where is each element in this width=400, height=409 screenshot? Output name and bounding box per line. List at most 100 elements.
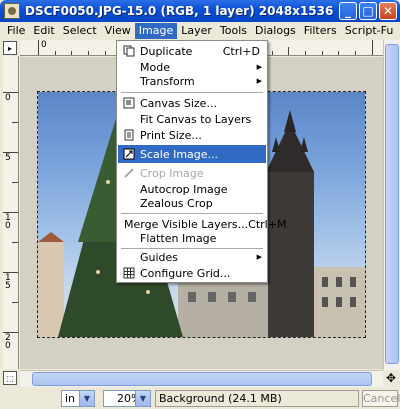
- ruler-tick: [338, 51, 339, 55]
- window: [322, 277, 328, 287]
- tree-light: [106, 180, 110, 184]
- window: [350, 277, 356, 287]
- tower-spire: [284, 110, 296, 132]
- menu-item-flatten[interactable]: Flatten Image: [118, 230, 266, 246]
- gimp-app-icon: [4, 3, 20, 19]
- ruler-tick: [12, 302, 18, 303]
- menu-view[interactable]: View: [101, 23, 135, 39]
- unit-value: in: [65, 392, 76, 405]
- horizontal-scrollbar[interactable]: [20, 370, 383, 387]
- menu-item-shortcut: Ctrl+M: [248, 217, 287, 231]
- ruler-label: 0: [5, 93, 11, 103]
- menu-item-label: Print Size...: [140, 128, 202, 142]
- menu-tools[interactable]: Tools: [216, 23, 251, 39]
- menu-item-label: Duplicate: [140, 44, 193, 58]
- ruler-tick: [12, 182, 18, 183]
- ruler-label: 5: [5, 153, 11, 163]
- duplicate-icon: [121, 44, 137, 58]
- scale-image-icon: [121, 147, 137, 161]
- window: [228, 292, 236, 302]
- chevron-down-icon[interactable]: ▼: [135, 391, 150, 406]
- menu-item-transform[interactable]: Transform ▶: [118, 73, 266, 89]
- menu-item-scale-image[interactable]: Scale Image...: [118, 145, 266, 163]
- window: [322, 297, 328, 307]
- tree-light: [146, 290, 150, 294]
- menu-item-fit-canvas[interactable]: Fit Canvas to Layers: [118, 111, 266, 127]
- menu-item-label: Flatten Image: [140, 231, 217, 245]
- cancel-button[interactable]: Cancel: [362, 390, 400, 407]
- menu-item-label: Scale Image...: [140, 147, 219, 161]
- menu-separator: [121, 213, 263, 214]
- window: [350, 297, 356, 307]
- menu-select[interactable]: Select: [59, 23, 101, 39]
- minimize-button[interactable]: _: [339, 2, 357, 20]
- blank-icon: [121, 74, 137, 88]
- horizontal-scroll-thumb[interactable]: [32, 372, 372, 386]
- ruler-label: 0: [41, 40, 47, 50]
- window-title: DSCF0050.JPG-15.0 (RGB, 1 layer) 2048x15…: [25, 4, 334, 18]
- ruler-tick: [322, 51, 323, 55]
- vertical-ruler[interactable]: 0 5 1 0 1 5 2 0: [3, 56, 19, 369]
- window: [208, 292, 216, 302]
- menu-image[interactable]: Image: [134, 23, 178, 39]
- menu-dialogs[interactable]: Dialogs: [251, 23, 300, 39]
- tree-light: [96, 270, 100, 274]
- ruler-tick: [272, 51, 273, 55]
- window-controls: _ □ ✕: [339, 2, 397, 20]
- submenu-arrow-icon: ▶: [256, 63, 262, 71]
- ruler-tick: [305, 51, 306, 55]
- building-middle: [178, 282, 268, 337]
- ruler-label: 1 0: [5, 213, 11, 231]
- title-bar: DSCF0050.JPG-15.0 (RGB, 1 layer) 2048x15…: [0, 0, 400, 22]
- ruler-tick: [55, 51, 56, 55]
- blank-icon: [121, 112, 137, 126]
- close-button[interactable]: ✕: [379, 2, 397, 20]
- menu-item-label: Zealous Crop: [140, 196, 213, 210]
- zoom-select[interactable]: 20% ▼: [103, 390, 151, 407]
- status-bar: in ▼ 20% ▼ Background (24.1 MB) Cancel: [0, 388, 400, 409]
- menu-script-fu[interactable]: Script-Fu: [341, 23, 398, 39]
- menu-file[interactable]: File: [3, 23, 29, 39]
- ruler-tick: [12, 242, 18, 243]
- window: [336, 297, 342, 307]
- ruler-tick: [288, 47, 289, 55]
- menu-item-zealous-crop[interactable]: Zealous Crop: [118, 195, 266, 211]
- ruler-tick: [71, 51, 72, 55]
- roof-left: [38, 232, 64, 242]
- menu-item-configure-grid[interactable]: Configure Grid...: [118, 265, 266, 281]
- menu-item-label: Crop Image: [140, 166, 204, 180]
- menu-item-label: Mode: [140, 60, 170, 74]
- ruler-menu-button[interactable]: ▸: [3, 41, 17, 55]
- menu-filters[interactable]: Filters: [300, 23, 341, 39]
- menu-item-guides[interactable]: Guides ▶: [118, 249, 266, 265]
- menu-item-shortcut: Ctrl+D: [222, 44, 260, 58]
- window: [248, 292, 256, 302]
- grid-icon: [121, 266, 137, 280]
- unit-select[interactable]: in ▼: [61, 390, 95, 407]
- maximize-button[interactable]: □: [359, 2, 377, 20]
- vertical-scrollbar[interactable]: [383, 40, 400, 370]
- tower-spire: [300, 137, 308, 152]
- menu-item-crop-image[interactable]: Crop Image: [118, 165, 266, 181]
- window: [188, 292, 196, 302]
- quick-mask-toggle[interactable]: ⬚: [3, 371, 17, 385]
- menu-item-label: Fit Canvas to Layers: [140, 112, 252, 126]
- ruler-tick: [12, 122, 18, 123]
- ruler-tick: [38, 40, 39, 55]
- menu-item-duplicate[interactable]: Duplicate Ctrl+D: [118, 43, 266, 59]
- menu-edit[interactable]: Edit: [29, 23, 58, 39]
- menu-item-label: Transform: [140, 74, 195, 88]
- tower-spire: [272, 137, 280, 152]
- chevron-down-icon[interactable]: ▼: [79, 391, 94, 406]
- menu-item-label: Merge Visible Layers...: [124, 217, 249, 231]
- menu-item-print-size[interactable]: Print Size...: [118, 127, 266, 143]
- vertical-scroll-thumb[interactable]: [385, 44, 399, 364]
- menu-item-canvas-size[interactable]: Canvas Size...: [118, 95, 266, 111]
- print-size-icon: [121, 128, 137, 142]
- menu-separator: [121, 92, 263, 93]
- canvas-size-icon: [121, 96, 137, 110]
- menu-layer[interactable]: Layer: [177, 23, 216, 39]
- blank-icon: [121, 182, 137, 196]
- navigate-icon[interactable]: ✥: [384, 371, 398, 385]
- window: [336, 277, 342, 287]
